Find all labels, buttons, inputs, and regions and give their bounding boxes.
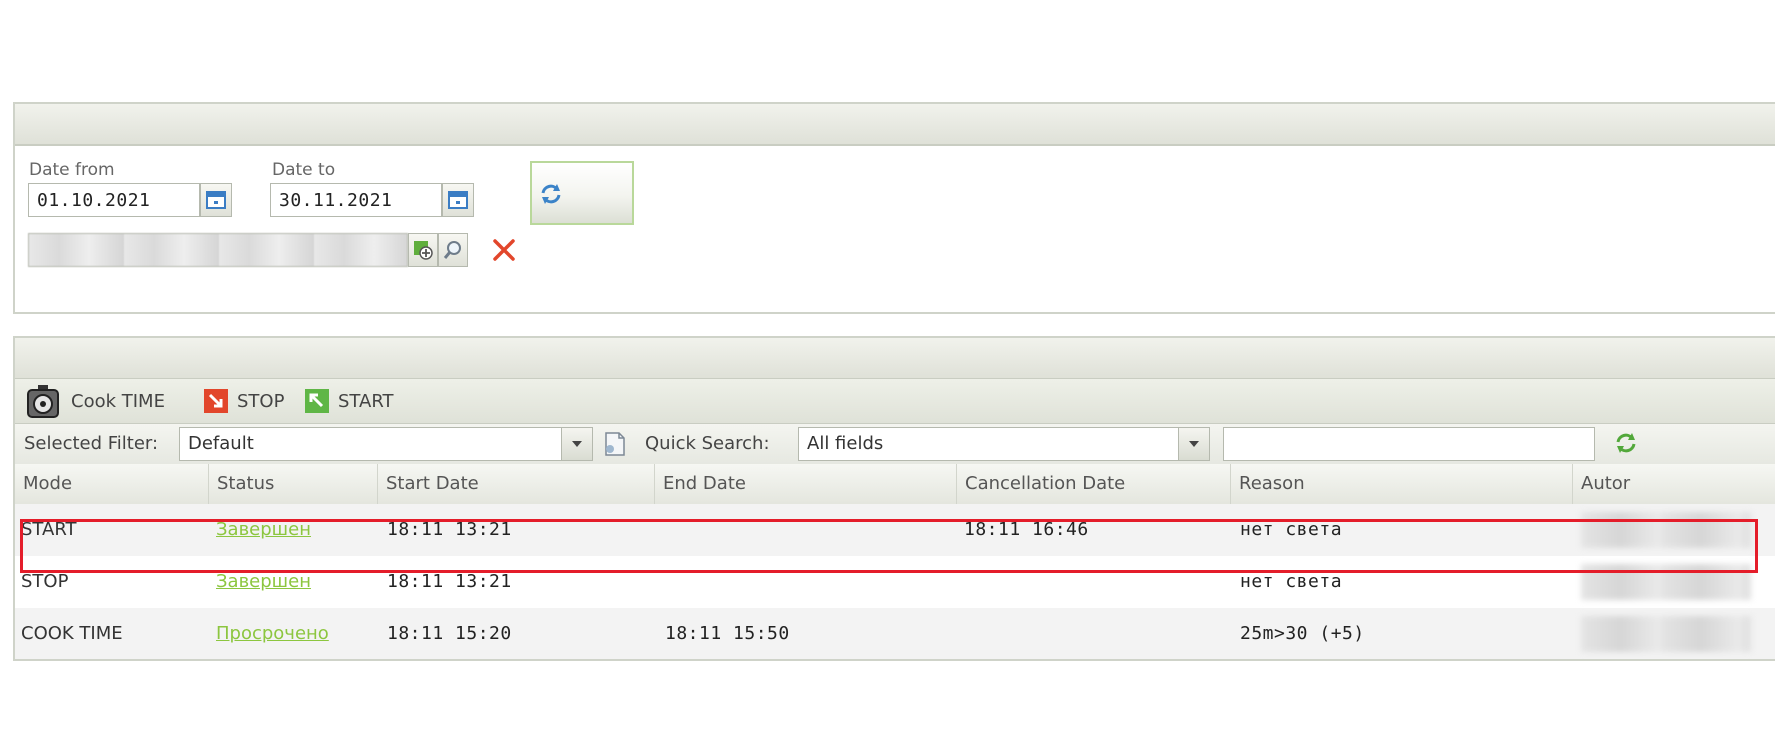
magnifier-icon	[443, 241, 461, 259]
cell-autor-redacted	[1581, 616, 1751, 652]
filter-doc-icon[interactable]	[600, 430, 628, 458]
start-button[interactable]: START	[304, 379, 394, 423]
selected-filter-combo[interactable]: Default	[179, 427, 575, 461]
quick-search-dropdown-button[interactable]	[1178, 427, 1210, 461]
stop-icon	[204, 389, 228, 413]
cell-reason: нет света	[1240, 519, 1343, 540]
cell-cancellation-date	[958, 608, 964, 659]
date-from-input[interactable]: 01.10.2021	[28, 183, 200, 217]
cell-status[interactable]: Просрочено	[210, 608, 329, 659]
cell-status[interactable]: Завершен	[210, 556, 311, 608]
column-header-status[interactable]: Status	[209, 464, 378, 504]
lookup-entity-button[interactable]	[438, 233, 468, 267]
column-header-reason[interactable]: Reason	[1231, 464, 1573, 504]
cell-start-date: 18:11 13:21	[387, 571, 512, 592]
column-header-end-date[interactable]: End Date	[655, 464, 957, 504]
cell-end-date: 18:11 15:50	[665, 623, 790, 644]
cell-cancellation-date	[958, 556, 964, 608]
date-from-calendar-button[interactable]	[200, 183, 232, 217]
cell-reason: 25m>30 (+5)	[1240, 623, 1365, 644]
apply-refresh-button[interactable]	[530, 161, 634, 225]
add-entity-button[interactable]	[408, 233, 438, 267]
filter-panel-header	[15, 104, 1775, 146]
cell-start-date: 18:11 15:20	[387, 623, 512, 644]
stop-button[interactable]: STOP	[203, 379, 284, 423]
chevron-down-icon	[572, 441, 582, 447]
add-icon	[414, 241, 433, 260]
column-header-cancellation-date[interactable]: Cancellation Date	[957, 464, 1231, 504]
start-label: START	[338, 390, 394, 412]
entity-selector-field[interactable]	[28, 233, 408, 267]
chevron-down-icon	[1189, 441, 1199, 447]
calendar-icon	[448, 191, 468, 209]
column-header-mode[interactable]: Mode	[15, 464, 209, 504]
cell-start-date: 18:11 13:21	[387, 519, 512, 540]
cook-timer-icon	[27, 385, 59, 418]
refresh-icon[interactable]	[1613, 430, 1639, 456]
date-to-calendar-button[interactable]	[442, 183, 474, 217]
cell-mode: COOK TIME	[21, 623, 123, 644]
stop-label: STOP	[237, 390, 285, 412]
cell-end-date	[659, 504, 665, 556]
column-header-autor[interactable]: Autor	[1573, 464, 1775, 504]
quick-search-input[interactable]	[1223, 427, 1595, 461]
date-from-label: Date from	[29, 160, 115, 180]
cell-autor-redacted	[1581, 564, 1751, 600]
quick-search-field-combo[interactable]: All fields	[798, 427, 1192, 461]
cell-cancellation-date: 18:11 16:46	[964, 519, 1089, 540]
quick-search-label: Quick Search:	[645, 433, 770, 454]
cell-autor-redacted	[1581, 512, 1751, 548]
status-link[interactable]: Завершен	[216, 519, 311, 540]
selected-filter-dropdown-button[interactable]	[561, 427, 593, 461]
grid-filterbar: Selected Filter: Default Quick Search: A…	[15, 424, 1775, 465]
calendar-icon	[206, 191, 226, 209]
cook-time-button[interactable]: Cook TIME	[25, 379, 165, 423]
start-icon	[305, 389, 329, 413]
table-row[interactable]: STOP Завершен 18:11 13:21 нет света	[15, 556, 1775, 608]
cell-mode: START	[21, 519, 77, 540]
grid-toolbar: Cook TIME STOP START	[15, 379, 1775, 424]
date-to-label: Date to	[272, 160, 336, 180]
page-bottom-margin	[0, 661, 1775, 743]
clear-icon[interactable]	[490, 236, 518, 264]
table-row[interactable]: START Завершен 18:11 13:21 18:11 16:46 н…	[15, 504, 1775, 556]
grid-panel-header	[15, 338, 1775, 379]
refresh-icon	[541, 184, 561, 204]
column-header-start-date[interactable]: Start Date	[378, 464, 655, 504]
table-row[interactable]: COOK TIME Просрочено 18:11 15:20 18:11 1…	[15, 608, 1775, 659]
cell-reason: нет света	[1240, 571, 1343, 592]
cook-time-label: Cook TIME	[71, 390, 165, 412]
date-to-input[interactable]: 30.11.2021	[270, 183, 442, 217]
selected-filter-label: Selected Filter:	[24, 433, 159, 454]
status-link[interactable]: Просрочено	[216, 623, 329, 644]
grid-header: Mode Status Start Date End Date Cancella…	[15, 464, 1775, 505]
grid-panel: Cook TIME STOP START Selected Filter: De…	[13, 336, 1775, 661]
status-link[interactable]: Завершен	[216, 571, 311, 592]
cell-end-date	[659, 556, 665, 608]
cell-status[interactable]: Завершен	[210, 504, 311, 556]
cell-mode: STOP	[21, 571, 69, 592]
